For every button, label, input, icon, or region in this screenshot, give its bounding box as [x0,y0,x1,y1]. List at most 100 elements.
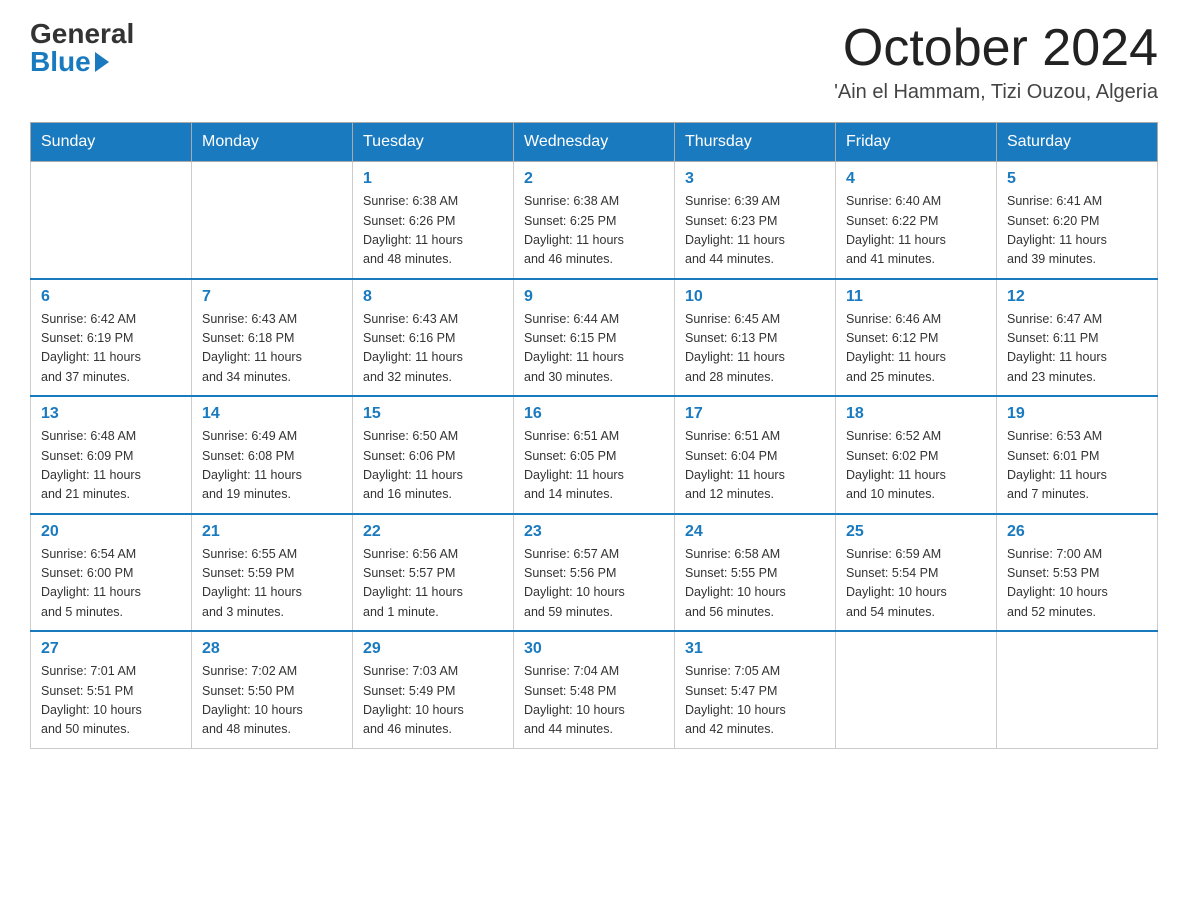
col-friday: Friday [836,123,997,162]
day-info: Sunrise: 6:57 AMSunset: 5:56 PMDaylight:… [524,545,664,623]
day-info: Sunrise: 7:00 AMSunset: 5:53 PMDaylight:… [1007,545,1147,623]
day-number: 11 [846,288,986,306]
day-number: 24 [685,523,825,541]
day-info: Sunrise: 7:05 AMSunset: 5:47 PMDaylight:… [685,662,825,740]
header: General Blue October 2024 'Ain el Hammam… [30,20,1158,104]
day-number: 19 [1007,405,1147,423]
col-wednesday: Wednesday [514,123,675,162]
table-row: 4Sunrise: 6:40 AMSunset: 6:22 PMDaylight… [836,162,997,279]
calendar-table: Sunday Monday Tuesday Wednesday Thursday… [30,122,1158,749]
col-sunday: Sunday [31,123,192,162]
table-row [836,631,997,748]
day-number: 7 [202,288,342,306]
day-info: Sunrise: 6:48 AMSunset: 6:09 PMDaylight:… [41,427,181,505]
day-info: Sunrise: 6:44 AMSunset: 6:15 PMDaylight:… [524,310,664,388]
day-number: 25 [846,523,986,541]
day-number: 22 [363,523,503,541]
day-number: 23 [524,523,664,541]
table-row: 8Sunrise: 6:43 AMSunset: 6:16 PMDaylight… [353,279,514,397]
col-thursday: Thursday [675,123,836,162]
calendar-week-1: 1 Sunrise: 6:38 AMSunset: 6:26 PMDaylight… [31,162,1158,279]
day-number: 5 [1007,170,1147,188]
day-info: Sunrise: 6:54 AMSunset: 6:00 PMDaylight:… [41,545,181,623]
table-row: 12Sunrise: 6:47 AMSunset: 6:11 PMDayligh… [997,279,1158,397]
table-row: 13 Sunrise: 6:48 AMSunset: 6:09 PMDayligh… [31,396,192,514]
table-row: 7 Sunrise: 6:43 AMSunset: 6:18 PMDaylight… [192,279,353,397]
table-row [997,631,1158,748]
day-number: 1 [363,170,503,188]
day-number: 13 [41,405,181,423]
logo-general-text: General [30,20,134,48]
table-row: 6 Sunrise: 6:42 AMSunset: 6:19 PMDaylight… [31,279,192,397]
table-row: 1 Sunrise: 6:38 AMSunset: 6:26 PMDaylight… [353,162,514,279]
day-number: 26 [1007,523,1147,541]
day-info: Sunrise: 6:38 AMSunset: 6:26 PMDaylight:… [363,192,503,270]
day-info: Sunrise: 7:04 AMSunset: 5:48 PMDaylight:… [524,662,664,740]
day-info: Sunrise: 6:38 AMSunset: 6:25 PMDaylight:… [524,192,664,270]
day-number: 6 [41,288,181,306]
table-row: 30 Sunrise: 7:04 AMSunset: 5:48 PMDayligh… [514,631,675,748]
day-number: 8 [363,288,503,306]
table-row: 31 Sunrise: 7:05 AMSunset: 5:47 PMDayligh… [675,631,836,748]
table-row: 3 Sunrise: 6:39 AMSunset: 6:23 PMDaylight… [675,162,836,279]
day-info: Sunrise: 6:55 AMSunset: 5:59 PMDaylight:… [202,545,342,623]
logo-blue-text: Blue [30,48,109,76]
table-row: 23 Sunrise: 6:57 AMSunset: 5:56 PMDayligh… [514,514,675,632]
day-number: 3 [685,170,825,188]
table-row: 15 Sunrise: 6:50 AMSunset: 6:06 PMDayligh… [353,396,514,514]
table-row: 11Sunrise: 6:46 AMSunset: 6:12 PMDayligh… [836,279,997,397]
day-info: Sunrise: 6:41 AMSunset: 6:20 PMDaylight:… [1007,192,1147,270]
day-info: Sunrise: 6:51 AMSunset: 6:05 PMDaylight:… [524,427,664,505]
day-info: Sunrise: 6:53 AMSunset: 6:01 PMDaylight:… [1007,427,1147,505]
table-row: 29 Sunrise: 7:03 AMSunset: 5:49 PMDayligh… [353,631,514,748]
table-row: 21Sunrise: 6:55 AMSunset: 5:59 PMDayligh… [192,514,353,632]
logo-triangle-icon [95,52,109,72]
table-row: 22Sunrise: 6:56 AMSunset: 5:57 PMDayligh… [353,514,514,632]
table-row: 10 Sunrise: 6:45 AMSunset: 6:13 PMDayligh… [675,279,836,397]
day-number: 28 [202,640,342,658]
col-tuesday: Tuesday [353,123,514,162]
table-row: 20 Sunrise: 6:54 AMSunset: 6:00 PMDayligh… [31,514,192,632]
day-number: 16 [524,405,664,423]
table-row [192,162,353,279]
day-info: Sunrise: 7:01 AMSunset: 5:51 PMDaylight:… [41,662,181,740]
col-monday: Monday [192,123,353,162]
day-info: Sunrise: 6:39 AMSunset: 6:23 PMDaylight:… [685,192,825,270]
day-number: 2 [524,170,664,188]
calendar-week-3: 13 Sunrise: 6:48 AMSunset: 6:09 PMDayligh… [31,396,1158,514]
day-number: 18 [846,405,986,423]
day-number: 20 [41,523,181,541]
table-row: 19 Sunrise: 6:53 AMSunset: 6:01 PMDayligh… [997,396,1158,514]
page-title: October 2024 [834,20,1158,77]
day-number: 30 [524,640,664,658]
table-row: 24 Sunrise: 6:58 AMSunset: 5:55 PMDayligh… [675,514,836,632]
day-info: Sunrise: 6:52 AMSunset: 6:02 PMDaylight:… [846,427,986,505]
table-row: 18 Sunrise: 6:52 AMSunset: 6:02 PMDayligh… [836,396,997,514]
logo: General Blue [30,20,134,76]
calendar-week-4: 20 Sunrise: 6:54 AMSunset: 6:00 PMDayligh… [31,514,1158,632]
day-info: Sunrise: 7:03 AMSunset: 5:49 PMDaylight:… [363,662,503,740]
day-info: Sunrise: 6:43 AMSunset: 6:18 PMDaylight:… [202,310,342,388]
calendar-week-2: 6 Sunrise: 6:42 AMSunset: 6:19 PMDaylight… [31,279,1158,397]
day-number: 29 [363,640,503,658]
day-number: 14 [202,405,342,423]
day-info: Sunrise: 7:02 AMSunset: 5:50 PMDaylight:… [202,662,342,740]
table-row: 17Sunrise: 6:51 AMSunset: 6:04 PMDayligh… [675,396,836,514]
day-number: 15 [363,405,503,423]
day-info: Sunrise: 6:58 AMSunset: 5:55 PMDaylight:… [685,545,825,623]
table-row: 27 Sunrise: 7:01 AMSunset: 5:51 PMDayligh… [31,631,192,748]
day-number: 17 [685,405,825,423]
day-number: 10 [685,288,825,306]
day-info: Sunrise: 6:42 AMSunset: 6:19 PMDaylight:… [41,310,181,388]
table-row: 25 Sunrise: 6:59 AMSunset: 5:54 PMDayligh… [836,514,997,632]
table-row: 2 Sunrise: 6:38 AMSunset: 6:25 PMDaylight… [514,162,675,279]
col-saturday: Saturday [997,123,1158,162]
calendar-header-row: Sunday Monday Tuesday Wednesday Thursday… [31,123,1158,162]
day-info: Sunrise: 6:59 AMSunset: 5:54 PMDaylight:… [846,545,986,623]
title-area: October 2024 'Ain el Hammam, Tizi Ouzou,… [834,20,1158,104]
day-number: 27 [41,640,181,658]
day-info: Sunrise: 6:45 AMSunset: 6:13 PMDaylight:… [685,310,825,388]
day-info: Sunrise: 6:50 AMSunset: 6:06 PMDaylight:… [363,427,503,505]
day-number: 31 [685,640,825,658]
table-row: 9Sunrise: 6:44 AMSunset: 6:15 PMDaylight… [514,279,675,397]
